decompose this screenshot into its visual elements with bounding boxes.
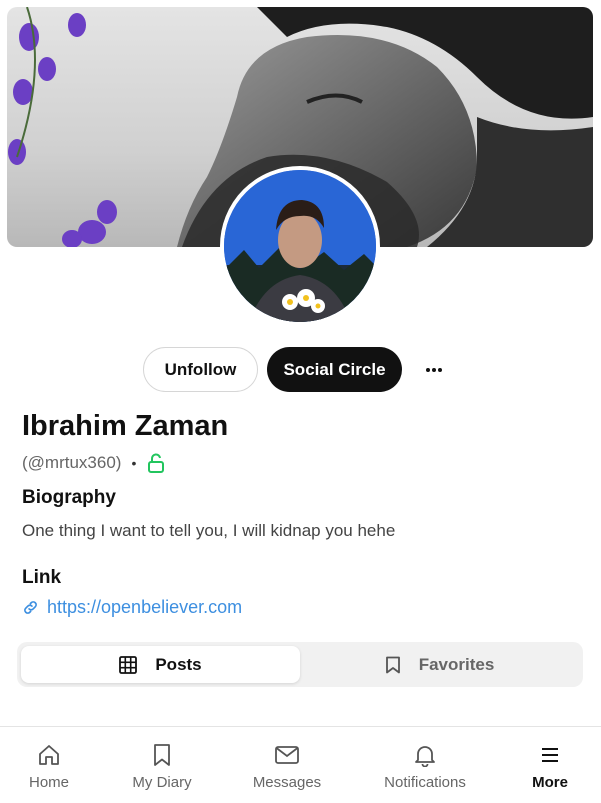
- bottom-navigation: Home My Diary Messages Notifications Mor…: [0, 726, 601, 803]
- tab-posts[interactable]: Posts: [21, 646, 300, 683]
- profile-page: Unfollow Social Circle Ibrahim Zaman (@m…: [0, 0, 601, 803]
- link-label: Link: [22, 567, 62, 588]
- bookmark-icon: [152, 742, 172, 768]
- nav-notifications[interactable]: Notifications: [380, 727, 470, 803]
- nav-my-diary[interactable]: My Diary: [123, 727, 201, 803]
- grid-icon: [119, 655, 138, 674]
- more-options-button[interactable]: [420, 356, 448, 384]
- menu-icon: [540, 742, 560, 768]
- tab-favorites[interactable]: Favorites: [300, 646, 579, 683]
- separator-dot: •: [131, 455, 137, 471]
- unlock-icon: [146, 453, 166, 473]
- biography-label: Biography: [22, 487, 116, 508]
- unfollow-button[interactable]: Unfollow: [143, 347, 258, 392]
- biography-text: One thing I want to tell you, I will kid…: [22, 521, 396, 540]
- mail-icon: [274, 742, 300, 768]
- nav-my-diary-label: My Diary: [132, 774, 192, 791]
- profile-tabs: Posts Favorites: [17, 642, 583, 687]
- nav-messages[interactable]: Messages: [248, 727, 326, 803]
- social-circle-label: Social Circle: [283, 359, 386, 379]
- avatar[interactable]: [220, 166, 380, 326]
- profile-link[interactable]: https://openbeliever.com: [47, 597, 242, 618]
- nav-more-label: More: [532, 774, 568, 791]
- tab-favorites-label: Favorites: [418, 654, 495, 674]
- nav-home-label: Home: [28, 774, 69, 791]
- nav-messages-label: Messages: [252, 774, 322, 791]
- bookmark-icon: [385, 656, 401, 674]
- profile-name: Ibrahim Zaman: [22, 410, 229, 442]
- ellipsis-icon: [426, 368, 442, 372]
- nav-notifications-label: Notifications: [384, 774, 466, 791]
- handle-row: (@mrtux360) •: [22, 452, 166, 474]
- nav-more[interactable]: More: [525, 727, 575, 803]
- unfollow-label: Unfollow: [164, 359, 237, 379]
- tab-posts-label: Posts: [155, 654, 202, 674]
- profile-link-row[interactable]: https://openbeliever.com: [22, 597, 242, 618]
- link-icon: [24, 601, 37, 614]
- profile-handle: (@mrtux360): [22, 453, 122, 472]
- bell-icon: [414, 742, 436, 768]
- social-circle-button[interactable]: Social Circle: [267, 347, 402, 392]
- home-icon: [37, 742, 61, 768]
- nav-home[interactable]: Home: [20, 727, 78, 803]
